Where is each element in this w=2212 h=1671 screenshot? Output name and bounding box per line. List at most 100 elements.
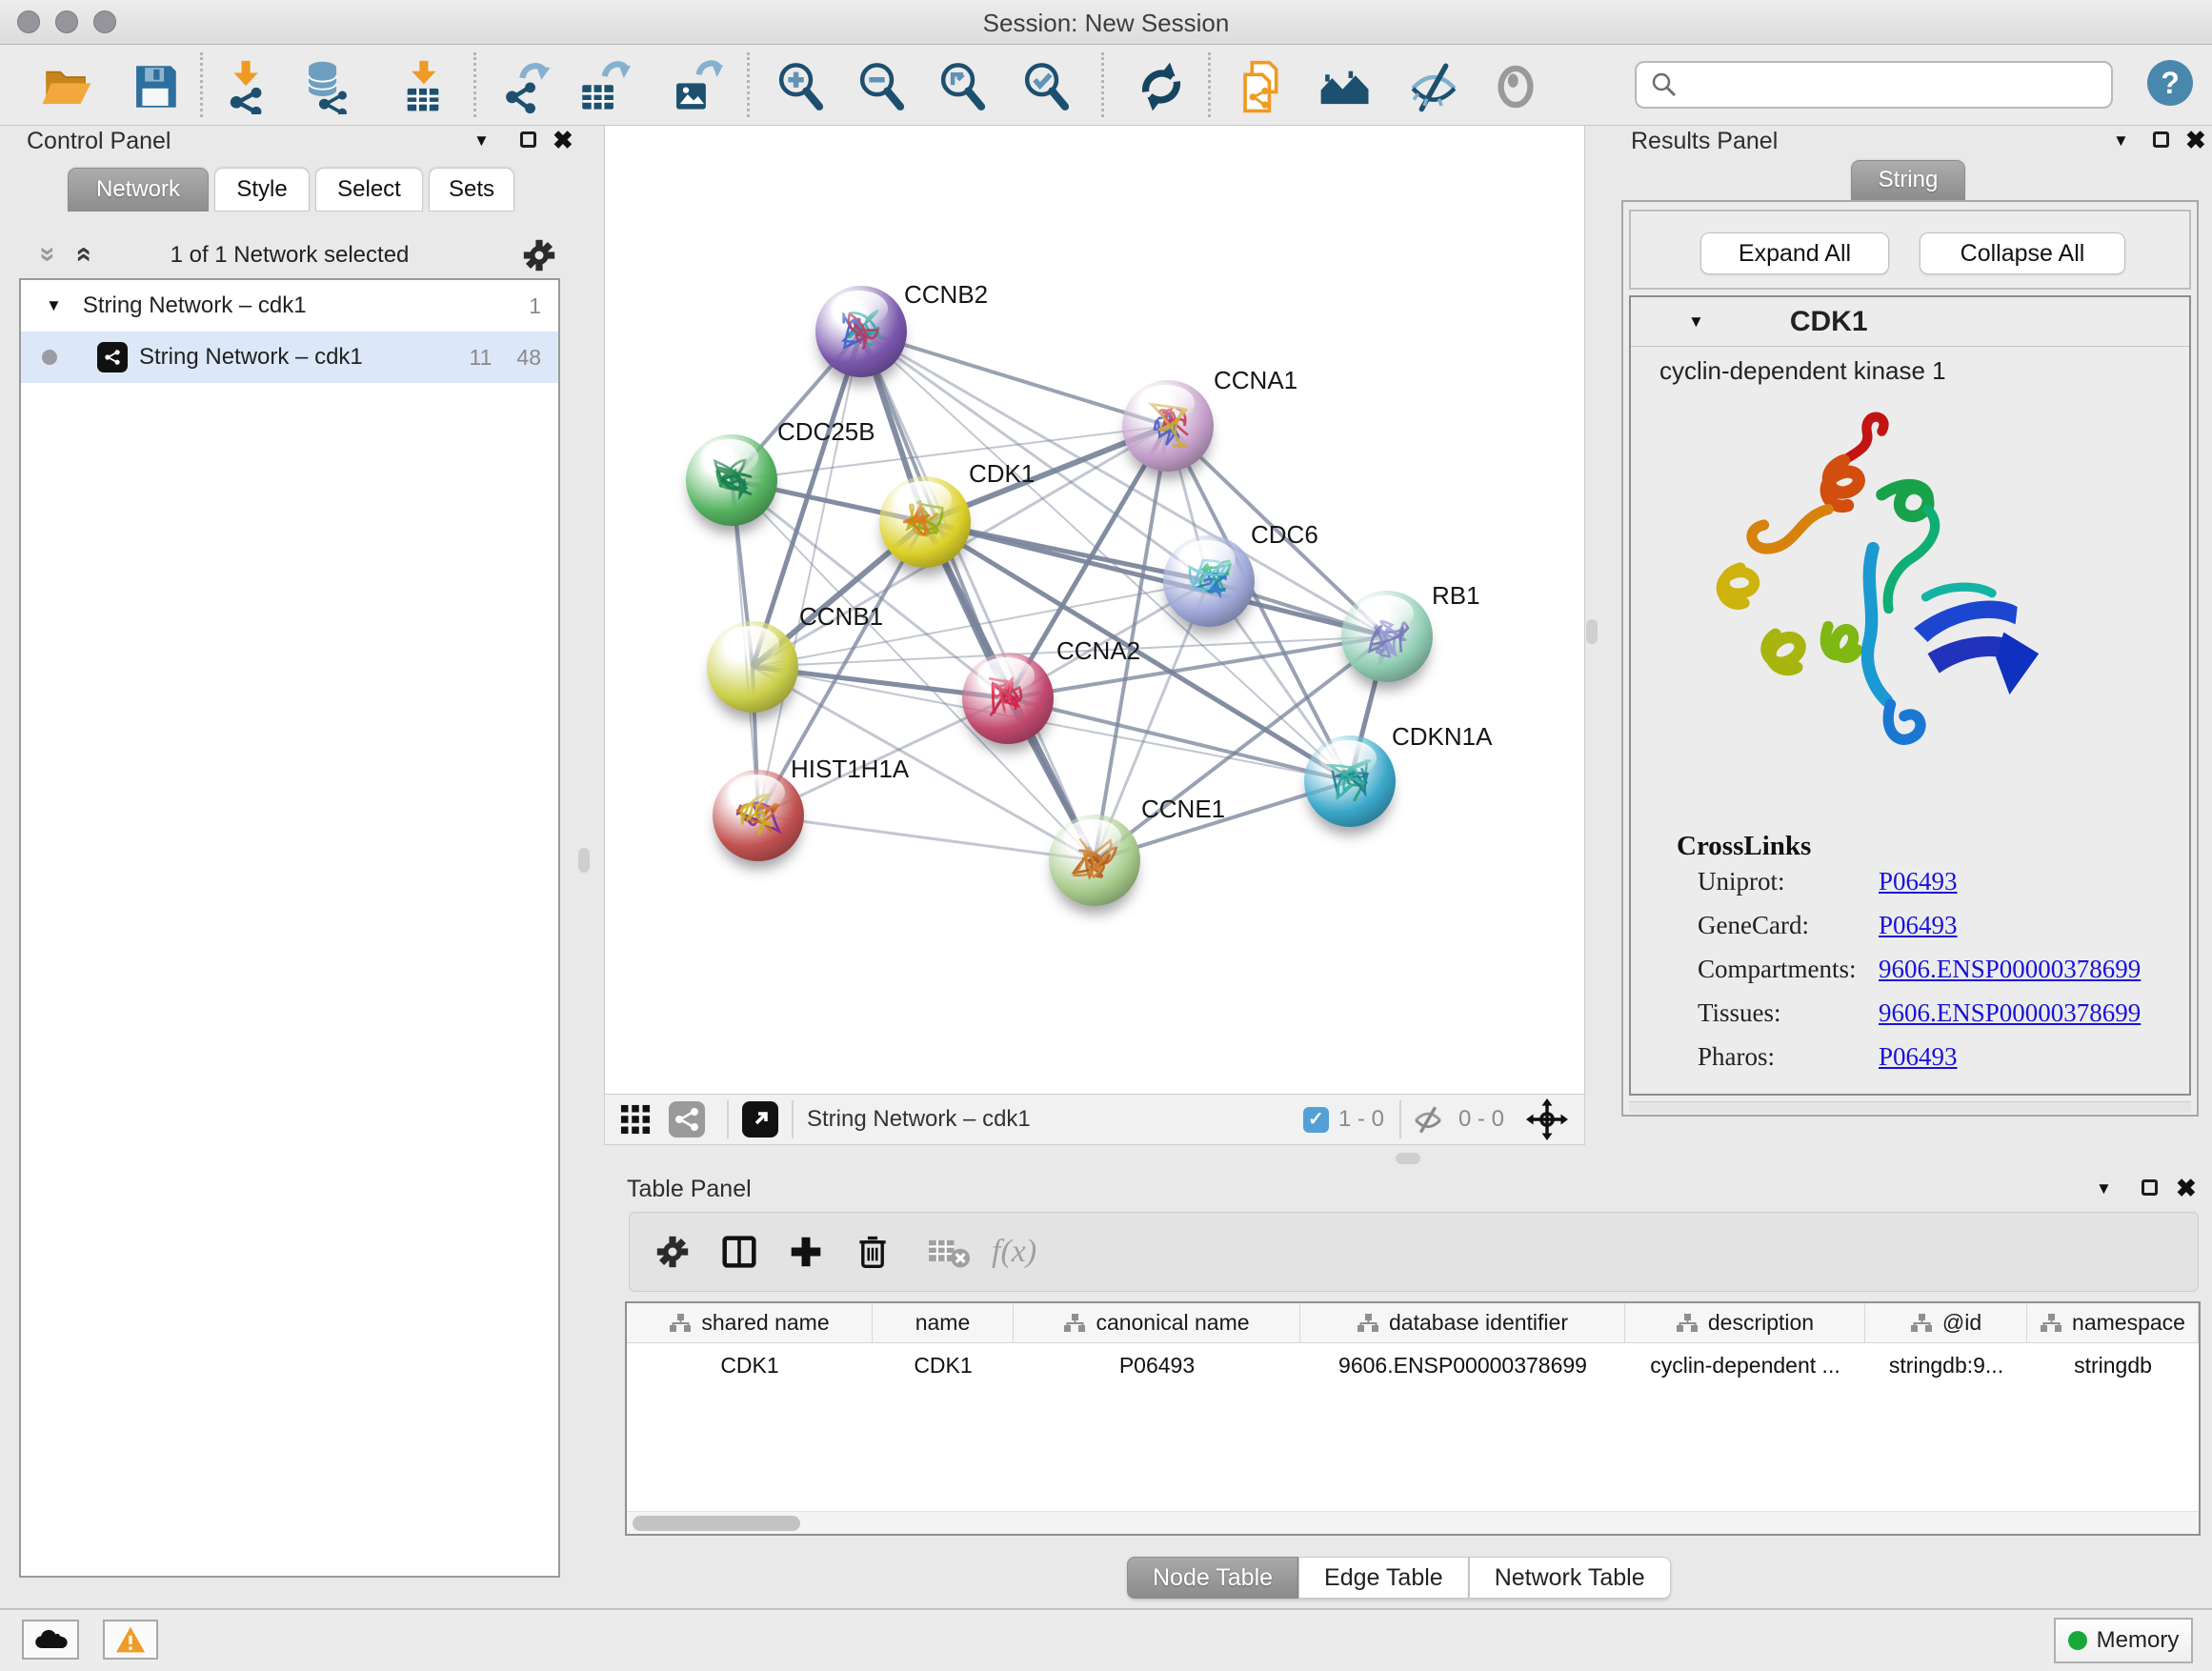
zoom-selected-icon[interactable]: [1016, 56, 1077, 117]
close-panel-icon[interactable]: ✖: [553, 126, 573, 155]
close-panel-icon[interactable]: ✖: [2185, 126, 2206, 155]
detach-view-icon[interactable]: [742, 1101, 778, 1137]
network-canvas[interactable]: CCNB2CCNA1CDC25BCDK1CDC6RB1CCNB1CCNA2CDK…: [604, 126, 1585, 1094]
column-header-databaseidentifier[interactable]: database identifier: [1300, 1303, 1625, 1342]
crosslink-link[interactable]: P06493: [1879, 911, 1958, 939]
cloud-icon: [33, 1627, 68, 1652]
table-cell[interactable]: CDK1: [627, 1343, 873, 1387]
network-options-gear-icon[interactable]: [522, 238, 556, 277]
network-view-toolbar: String Network – cdk1 ✓ 1 - 0 0 - 0: [604, 1094, 1585, 1145]
network-edge[interactable]: [758, 332, 861, 815]
warnings-button[interactable]: [103, 1620, 158, 1660]
save-session-icon[interactable]: [125, 56, 186, 117]
expand-all-button[interactable]: Expand All: [1700, 232, 1889, 274]
duplicate-network-icon[interactable]: [1234, 56, 1295, 117]
tab-network[interactable]: Network: [68, 168, 209, 211]
zoom-fit-icon[interactable]: [933, 56, 994, 117]
first-neighbors-icon[interactable]: [1315, 56, 1376, 117]
network-node-ccnb2[interactable]: [815, 286, 907, 377]
network-node-ccna1[interactable]: [1122, 380, 1214, 472]
import-table-icon[interactable]: [392, 56, 453, 117]
close-panel-icon[interactable]: ✖: [2176, 1174, 2197, 1203]
column-header-name[interactable]: name: [873, 1303, 1014, 1342]
create-column-icon[interactable]: [773, 1235, 839, 1269]
table-horizontal-scrollbar[interactable]: [627, 1511, 2199, 1534]
tab-edge-table[interactable]: Edge Table: [1298, 1557, 1469, 1599]
tab-node-table[interactable]: Node Table: [1127, 1557, 1298, 1599]
table-cell[interactable]: 9606.ENSP00000378699: [1300, 1343, 1625, 1387]
network-node-cdkn1a[interactable]: [1304, 735, 1396, 827]
tab-style[interactable]: Style: [214, 168, 310, 211]
gene-expander-icon[interactable]: ▼: [1688, 312, 1704, 332]
node-label-rb1: RB1: [1432, 581, 1480, 611]
float-panel-icon[interactable]: [2153, 131, 2169, 148]
zoom-in-icon[interactable]: [771, 56, 832, 117]
network-collection-row[interactable]: ▼ String Network – cdk1 1: [21, 280, 558, 332]
tab-sets[interactable]: Sets: [429, 168, 514, 211]
show-all-icon[interactable]: [1485, 56, 1546, 117]
help-button[interactable]: ?: [2147, 60, 2193, 106]
zoom-out-icon[interactable]: [852, 56, 913, 117]
table-options-gear-icon[interactable]: [639, 1235, 706, 1269]
column-header-id[interactable]: @id: [1865, 1303, 2027, 1342]
export-table-icon[interactable]: [573, 56, 633, 117]
table-cell[interactable]: stringdb:9...: [1865, 1343, 2027, 1387]
crosslink-link[interactable]: 9606.ENSP00000378699: [1879, 998, 2141, 1027]
import-network-database-icon[interactable]: [297, 56, 358, 117]
title-bar: Session: New Session: [0, 0, 2212, 45]
network-node-ccna2[interactable]: [962, 653, 1054, 744]
import-network-file-icon[interactable]: [216, 56, 277, 117]
bottom-splitter-handle[interactable]: [1396, 1153, 1420, 1164]
network-node-ccne1[interactable]: [1049, 815, 1140, 906]
table-cell[interactable]: P06493: [1014, 1343, 1300, 1387]
network-node-ccnb1[interactable]: [707, 621, 798, 713]
network-edge[interactable]: [758, 815, 1095, 860]
hide-selected-icon[interactable]: [1403, 56, 1464, 117]
column-header-sharedname[interactable]: shared name: [627, 1303, 873, 1342]
panel-menu-icon[interactable]: ▼: [2113, 131, 2129, 151]
selected-checkbox-icon[interactable]: ✓: [1303, 1107, 1329, 1133]
memory-status-icon: [2068, 1631, 2087, 1650]
float-panel-icon[interactable]: [520, 131, 536, 148]
crosslink-link[interactable]: P06493: [1879, 1042, 1958, 1071]
table-cell[interactable]: CDK1: [873, 1343, 1014, 1387]
network-view-type-icon[interactable]: [660, 1101, 714, 1137]
panel-menu-icon[interactable]: ▼: [2096, 1179, 2112, 1198]
network-node-cdc25b[interactable]: [686, 434, 777, 526]
left-splitter-handle[interactable]: [578, 848, 590, 873]
tab-string[interactable]: String: [1851, 160, 1965, 200]
crosslink-link[interactable]: 9606.ENSP00000378699: [1879, 955, 2141, 983]
search-input[interactable]: [1688, 71, 2101, 98]
export-image-icon[interactable]: [665, 56, 726, 117]
grid-view-icon[interactable]: [611, 1104, 660, 1135]
column-header-canonicalname[interactable]: canonical name: [1014, 1303, 1300, 1342]
column-header-description[interactable]: description: [1625, 1303, 1865, 1342]
scrollbar-thumb[interactable]: [633, 1516, 800, 1531]
table-cell[interactable]: stringdb: [2027, 1343, 2199, 1387]
network-row[interactable]: String Network – cdk1 11 48: [21, 332, 558, 383]
collapse-all-button[interactable]: Collapse All: [1920, 232, 2125, 274]
crosslink-link[interactable]: P06493: [1879, 867, 1958, 896]
table-row[interactable]: CDK1CDK1P064939606.ENSP00000378699cyclin…: [627, 1343, 2199, 1387]
float-panel-icon[interactable]: [2142, 1179, 2158, 1196]
network-node-cdk1[interactable]: [879, 476, 971, 568]
memory-button[interactable]: Memory: [2054, 1618, 2193, 1663]
panel-menu-icon[interactable]: ▼: [473, 131, 490, 151]
column-header-namespace[interactable]: namespace: [2027, 1303, 2199, 1342]
birds-eye-crosshair-icon[interactable]: [1514, 1098, 1580, 1140]
collection-expander-icon[interactable]: ▼: [46, 296, 62, 315]
right-splitter-handle[interactable]: [1586, 619, 1598, 644]
table-cell[interactable]: cyclin-dependent ...: [1625, 1343, 1865, 1387]
export-network-icon[interactable]: [495, 56, 556, 117]
tab-select[interactable]: Select: [315, 168, 423, 211]
network-node-rb1[interactable]: [1341, 591, 1433, 682]
refresh-icon[interactable]: [1131, 56, 1192, 117]
toolbar-separator: [1101, 52, 1104, 117]
delete-column-icon[interactable]: [839, 1234, 906, 1270]
network-node-cdc6[interactable]: [1163, 535, 1255, 627]
cloud-status-button[interactable]: [22, 1620, 79, 1660]
show-columns-icon[interactable]: [706, 1235, 773, 1269]
results-scroll-strip[interactable]: [1629, 1101, 2191, 1113]
tab-network-table[interactable]: Network Table: [1469, 1557, 1671, 1599]
open-session-icon[interactable]: [36, 56, 97, 117]
